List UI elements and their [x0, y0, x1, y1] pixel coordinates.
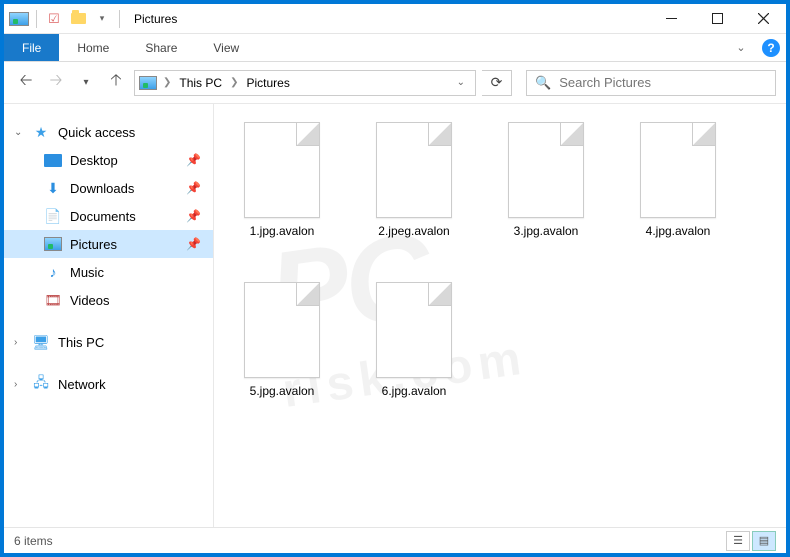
- sidebar-item-label: Videos: [70, 293, 110, 308]
- file-thumbnail: [376, 282, 452, 378]
- videos-icon: 🎞: [44, 291, 62, 309]
- file-name: 6.jpg.avalon: [382, 384, 447, 400]
- view-thumbnails-button[interactable]: ▤: [752, 531, 776, 551]
- file-thumbnail: [244, 122, 320, 218]
- separator: [36, 10, 37, 28]
- downloads-icon: ⬇: [44, 179, 62, 197]
- minimize-button[interactable]: [648, 4, 694, 34]
- file-list[interactable]: 1.jpg.avalon 2.jpeg.avalon 3.jpg.avalon 4.j…: [214, 104, 786, 527]
- breadcrumb-root[interactable]: This PC: [177, 76, 224, 90]
- address-dropdown-icon[interactable]: ⌄: [451, 77, 471, 88]
- sidebar-item-label: Music: [70, 265, 104, 280]
- body: PCrisk.com ⌄ ★ Quick access Desktop 📌 ⬇ …: [4, 104, 786, 527]
- view-details-button[interactable]: ☰: [726, 531, 750, 551]
- file-name: 3.jpg.avalon: [514, 224, 579, 240]
- file-thumbnail: [508, 122, 584, 218]
- pin-icon: 📌: [186, 181, 201, 195]
- pictures-icon: [44, 235, 62, 253]
- sidebar-label: This PC: [58, 335, 104, 350]
- sidebar-item-desktop[interactable]: Desktop 📌: [4, 146, 213, 174]
- pin-icon: 📌: [186, 209, 201, 223]
- file-thumbnail: [640, 122, 716, 218]
- file-item[interactable]: 4.jpg.avalon: [622, 122, 734, 272]
- sidebar-label: Network: [58, 377, 106, 392]
- caret-right-icon[interactable]: ›: [14, 337, 17, 348]
- explorer-window: ☑ ▾ Pictures File Home Share View ⌄ ? 🡠 …: [4, 4, 786, 553]
- pin-icon: 📌: [186, 237, 201, 251]
- search-box[interactable]: 🔍: [526, 70, 776, 96]
- tab-home[interactable]: Home: [59, 34, 127, 61]
- sidebar-item-music[interactable]: ♪ Music: [4, 258, 213, 286]
- app-icon[interactable]: [8, 8, 30, 30]
- file-tab[interactable]: File: [4, 34, 59, 61]
- chevron-right-icon[interactable]: ❯: [163, 77, 171, 88]
- desktop-icon: [44, 154, 62, 167]
- breadcrumb-current[interactable]: Pictures: [244, 76, 291, 90]
- file-item[interactable]: 3.jpg.avalon: [490, 122, 602, 272]
- sidebar-item-label: Pictures: [70, 237, 117, 252]
- network-icon: 🖧: [32, 375, 50, 393]
- tab-view[interactable]: View: [195, 34, 257, 61]
- separator: [119, 10, 120, 28]
- ribbon-tabs: File Home Share View ⌄ ?: [4, 34, 786, 62]
- title-bar: ☑ ▾ Pictures: [4, 4, 786, 34]
- sidebar-network[interactable]: › 🖧 Network: [4, 370, 213, 398]
- caret-right-icon[interactable]: ›: [14, 379, 17, 390]
- file-name: 1.jpg.avalon: [250, 224, 315, 240]
- help-button[interactable]: ?: [756, 34, 786, 61]
- up-button[interactable]: 🡡: [104, 71, 128, 95]
- help-icon: ?: [762, 39, 780, 57]
- window-title: Pictures: [128, 12, 177, 26]
- status-bar: 6 items ☰ ▤: [4, 527, 786, 553]
- documents-icon: 📄: [44, 207, 62, 225]
- back-button[interactable]: 🡠: [14, 71, 38, 95]
- music-icon: ♪: [44, 263, 62, 281]
- sidebar-item-label: Downloads: [70, 181, 134, 196]
- file-item[interactable]: 2.jpeg.avalon: [358, 122, 470, 272]
- qat-properties-icon[interactable]: ☑: [43, 8, 65, 30]
- file-thumbnail: [376, 122, 452, 218]
- file-name: 4.jpg.avalon: [646, 224, 711, 240]
- qat-newfolder-icon[interactable]: [67, 8, 89, 30]
- file-item[interactable]: 1.jpg.avalon: [226, 122, 338, 272]
- navigation-bar: 🡠 🡢 ▾ 🡡 ❯ This PC ❯ Pictures ⌄ ⟳ 🔍: [4, 62, 786, 104]
- sidebar-item-videos[interactable]: 🎞 Videos: [4, 286, 213, 314]
- address-bar[interactable]: ❯ This PC ❯ Pictures ⌄: [134, 70, 476, 96]
- navigation-pane: ⌄ ★ Quick access Desktop 📌 ⬇ Downloads 📌…: [4, 104, 214, 527]
- qat: ☑ ▾: [4, 8, 128, 30]
- sidebar-item-pictures[interactable]: Pictures 📌: [4, 230, 213, 258]
- file-thumbnail: [244, 282, 320, 378]
- computer-icon: 🖥: [32, 333, 50, 351]
- pin-icon: 📌: [186, 153, 201, 167]
- sidebar-label: Quick access: [58, 125, 135, 140]
- sidebar-item-downloads[interactable]: ⬇ Downloads 📌: [4, 174, 213, 202]
- item-count: 6 items: [14, 534, 53, 548]
- close-button[interactable]: [740, 4, 786, 34]
- ribbon-expand-icon[interactable]: ⌄: [726, 34, 756, 61]
- chevron-right-icon[interactable]: ❯: [230, 77, 238, 88]
- sidebar-quick-access[interactable]: ⌄ ★ Quick access: [4, 118, 213, 146]
- search-input[interactable]: [559, 75, 767, 90]
- caret-down-icon[interactable]: ⌄: [14, 127, 22, 138]
- forward-button[interactable]: 🡢: [44, 71, 68, 95]
- tab-share[interactable]: Share: [127, 34, 195, 61]
- sidebar-this-pc[interactable]: › 🖥 This PC: [4, 328, 213, 356]
- sidebar-item-documents[interactable]: 📄 Documents 📌: [4, 202, 213, 230]
- sidebar-item-label: Documents: [70, 209, 136, 224]
- file-item[interactable]: 6.jpg.avalon: [358, 282, 470, 432]
- search-icon: 🔍: [535, 75, 551, 91]
- file-item[interactable]: 5.jpg.avalon: [226, 282, 338, 432]
- recent-dropdown-icon[interactable]: ▾: [74, 71, 98, 95]
- qat-dropdown-icon[interactable]: ▾: [91, 8, 113, 30]
- file-name: 5.jpg.avalon: [250, 384, 315, 400]
- location-icon: [139, 74, 157, 92]
- refresh-button[interactable]: ⟳: [482, 70, 512, 96]
- sidebar-item-label: Desktop: [70, 153, 118, 168]
- star-icon: ★: [32, 123, 50, 141]
- maximize-button[interactable]: [694, 4, 740, 34]
- file-name: 2.jpeg.avalon: [378, 224, 449, 240]
